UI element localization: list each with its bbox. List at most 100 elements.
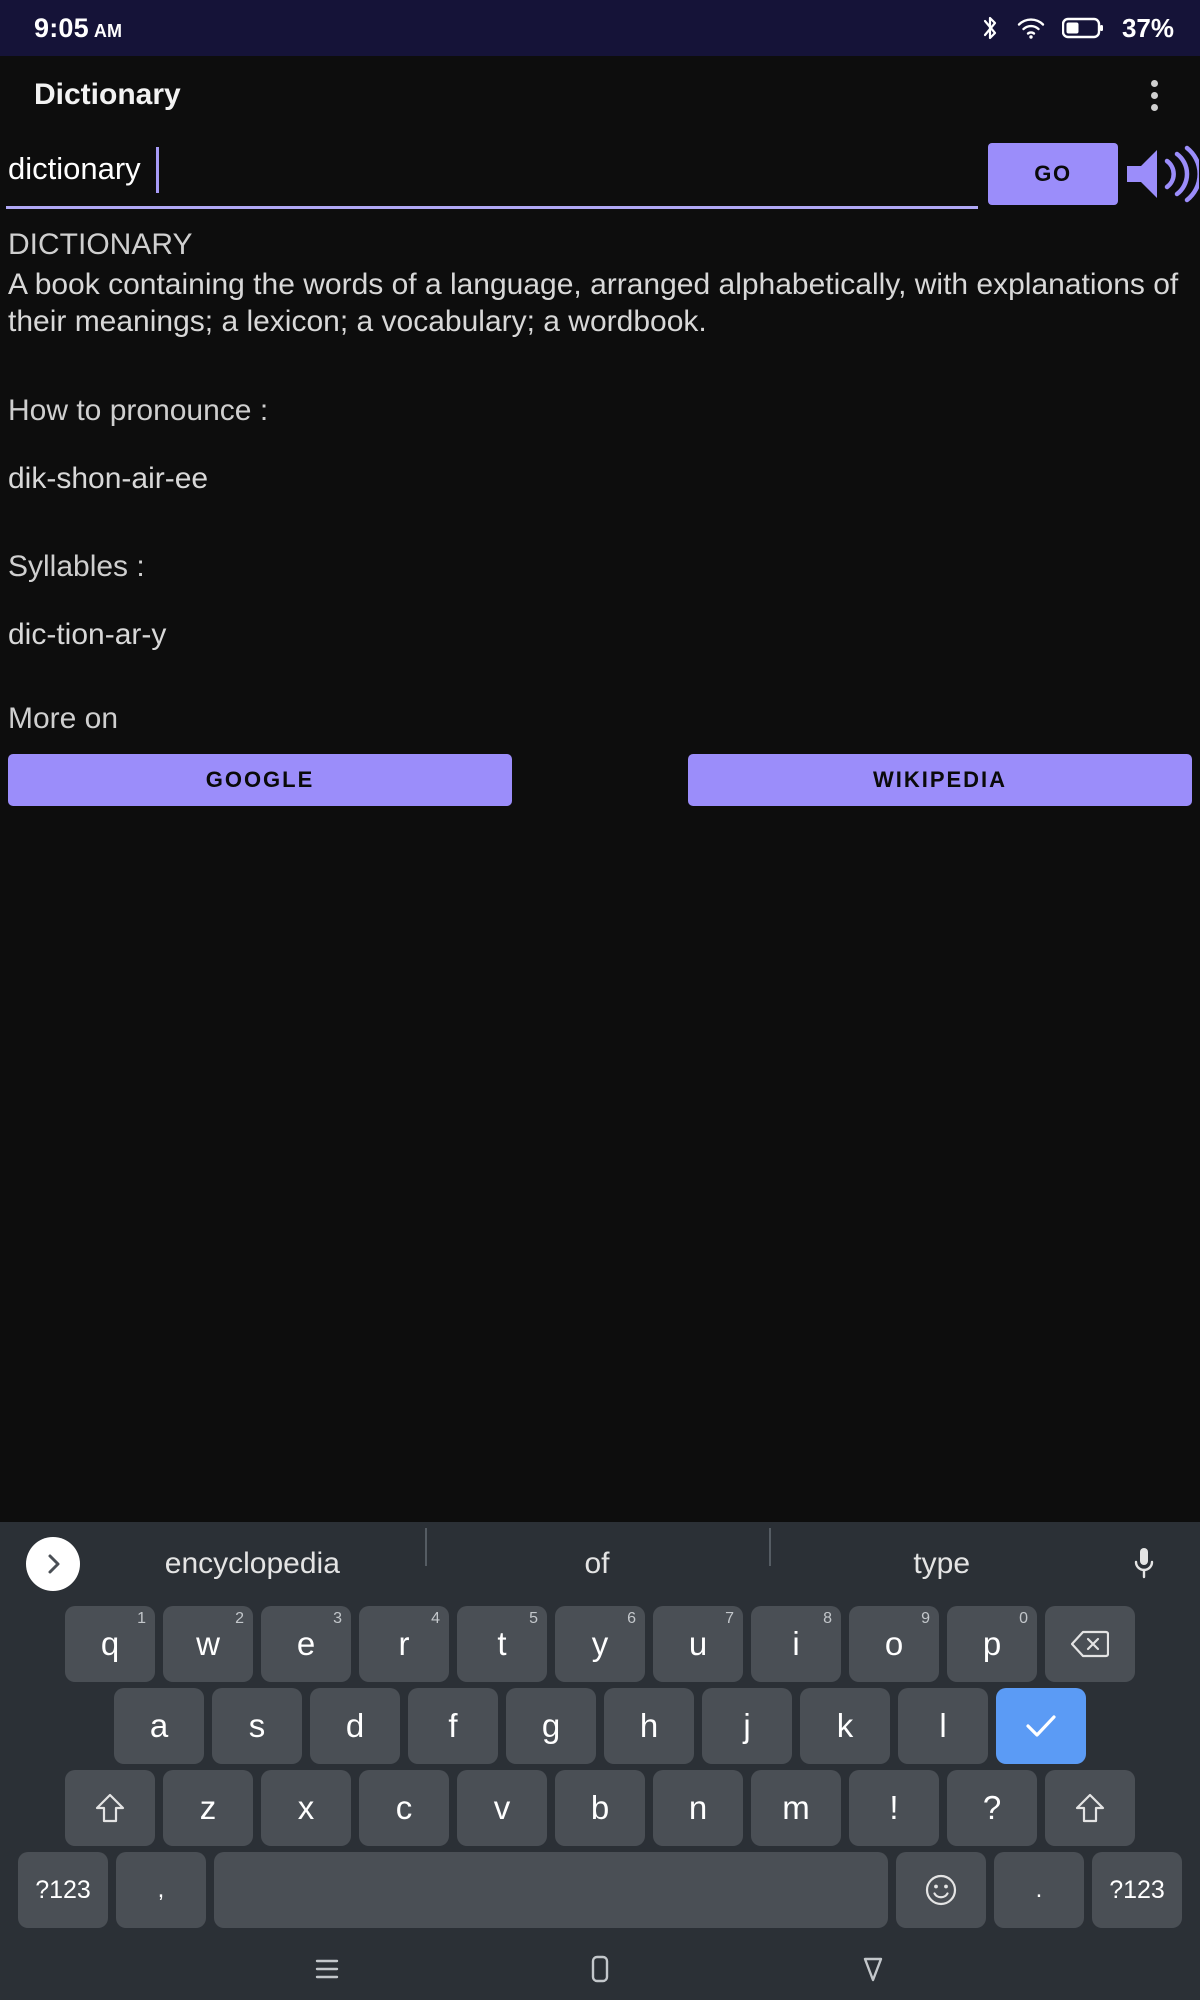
key-g[interactable]: g [506, 1688, 596, 1764]
key-z[interactable]: z [163, 1770, 253, 1846]
result-content: DICTIONARY A book containing the words o… [0, 214, 1200, 1522]
key-p-label: p [982, 1625, 1002, 1662]
key-l[interactable]: l [898, 1688, 988, 1764]
more-on-buttons: GOOGLE WIKIPEDIA [8, 754, 1192, 806]
emoji-icon[interactable] [896, 1852, 986, 1928]
enter-key[interactable] [996, 1688, 1086, 1764]
key-v[interactable]: v [457, 1770, 547, 1846]
key-t[interactable]: 5 t [457, 1606, 547, 1682]
symbols-key-left[interactable]: ?123 [18, 1852, 108, 1928]
microphone-icon[interactable] [1114, 1545, 1174, 1583]
status-time-text: 9:05 [34, 12, 89, 43]
key-y-label: y [591, 1625, 609, 1662]
status-indicators: 37% [980, 13, 1174, 44]
suggestion-item-0[interactable]: encyclopedia [80, 1547, 425, 1581]
key-u-sup: 7 [725, 1610, 734, 1627]
overflow-menu-icon[interactable] [1137, 70, 1172, 121]
wifi-icon [1016, 16, 1046, 40]
suggestion-item-2[interactable]: type [769, 1528, 1114, 1581]
key-o-label: o [884, 1625, 904, 1662]
status-bar: 9:05 AM 37% [0, 0, 1200, 56]
key-h[interactable]: h [604, 1688, 694, 1764]
search-bar: GO [0, 134, 1200, 214]
pronounce-label: How to pronounce : [8, 394, 269, 427]
key-p-sup: 0 [1019, 1610, 1028, 1627]
symbols-key-right[interactable]: ?123 [1092, 1852, 1182, 1928]
status-clock: 9:05 AM [34, 13, 122, 44]
key-j[interactable]: j [702, 1688, 792, 1764]
keyboard-row-4: ?123 , . ?123 [0, 1852, 1200, 1928]
key-o[interactable]: 9 o [849, 1606, 939, 1682]
space-key[interactable] [214, 1852, 888, 1928]
key-d[interactable]: d [310, 1688, 400, 1764]
back-icon[interactable] [828, 1938, 918, 2000]
wikipedia-button[interactable]: WIKIPEDIA [688, 754, 1192, 806]
key-a[interactable]: a [114, 1688, 204, 1764]
phone-screen: 9:05 AM 37% Dictionary dictionary GO DIC… [0, 0, 1200, 2000]
backspace-icon[interactable] [1045, 1606, 1135, 1682]
bluetooth-icon [980, 14, 1000, 42]
key-i-sup: 8 [823, 1610, 832, 1627]
navigation-bar [0, 1938, 1200, 2000]
key-e-sup: 3 [333, 1610, 342, 1627]
suggestion-item-1[interactable]: of [424, 1528, 770, 1581]
key-t-sup: 5 [529, 1610, 538, 1627]
key-y[interactable]: 6 y [555, 1606, 645, 1682]
key-q-label: q [100, 1625, 120, 1662]
key-p[interactable]: 0 p [947, 1606, 1037, 1682]
on-screen-keyboard: encyclopedia of type 1 q 2 w 3 e 4 r 5 t… [0, 1522, 1200, 1938]
key-e[interactable]: 3 e [261, 1606, 351, 1682]
more-on-label: More on [8, 702, 119, 735]
key-i-label: i [792, 1625, 800, 1662]
key-w[interactable]: 2 w [163, 1606, 253, 1682]
shift-key-right[interactable] [1045, 1770, 1135, 1846]
key-u-label: u [688, 1625, 708, 1662]
key-x[interactable]: x [261, 1770, 351, 1846]
key-b[interactable]: b [555, 1770, 645, 1846]
key-comma[interactable]: , [116, 1852, 206, 1928]
key-w-label: w [196, 1625, 220, 1662]
key-q-sup: 1 [137, 1610, 146, 1627]
search-input[interactable] [6, 150, 978, 195]
key-period[interactable]: . [994, 1852, 1084, 1928]
syllables-value: dic-tion-ar-y [8, 618, 167, 651]
go-button[interactable]: GO [988, 143, 1118, 205]
pronounce-value: dik-shon-air-ee [8, 462, 209, 495]
key-s[interactable]: s [212, 1688, 302, 1764]
result-definition: A book containing the words of a languag… [8, 268, 1179, 338]
speaker-icon[interactable] [1118, 139, 1200, 209]
key-c[interactable]: c [359, 1770, 449, 1846]
syllables-label: Syllables : [8, 550, 145, 583]
key-r-sup: 4 [431, 1610, 440, 1627]
key-r-label: r [398, 1625, 410, 1662]
keyboard-row-3: z x c v b n m ! ? [0, 1770, 1200, 1846]
shift-key-left[interactable] [65, 1770, 155, 1846]
key-y-sup: 6 [627, 1610, 636, 1627]
key-k[interactable]: k [800, 1688, 890, 1764]
key-q[interactable]: 1 q [65, 1606, 155, 1682]
google-button[interactable]: GOOGLE [8, 754, 512, 806]
key-o-sup: 9 [921, 1610, 930, 1627]
battery-icon [1061, 16, 1104, 40]
key-i[interactable]: 8 i [751, 1606, 841, 1682]
status-time-ampm: AM [93, 20, 123, 41]
key-t-label: t [497, 1625, 507, 1662]
key-r[interactable]: 4 r [359, 1606, 449, 1682]
key-w-sup: 2 [235, 1610, 244, 1627]
key-m[interactable]: m [751, 1770, 841, 1846]
page-title: Dictionary [34, 78, 181, 111]
key-n[interactable]: n [653, 1770, 743, 1846]
home-icon[interactable] [555, 1938, 645, 2000]
chevron-right-icon[interactable] [26, 1537, 80, 1591]
key-e-label: e [296, 1625, 316, 1662]
key-f[interactable]: f [408, 1688, 498, 1764]
key-question[interactable]: ? [947, 1770, 1037, 1846]
recents-icon[interactable] [282, 1938, 372, 2000]
key-u[interactable]: 7 u [653, 1606, 743, 1682]
key-exclamation[interactable]: ! [849, 1770, 939, 1846]
suggestion-list: encyclopedia of type [80, 1528, 1114, 1581]
keyboard-row-2: a s d f g h j k l [0, 1688, 1200, 1764]
suggestion-bar: encyclopedia of type [0, 1522, 1200, 1606]
search-field-wrapper[interactable] [6, 139, 978, 209]
app-bar: Dictionary [0, 56, 1200, 134]
